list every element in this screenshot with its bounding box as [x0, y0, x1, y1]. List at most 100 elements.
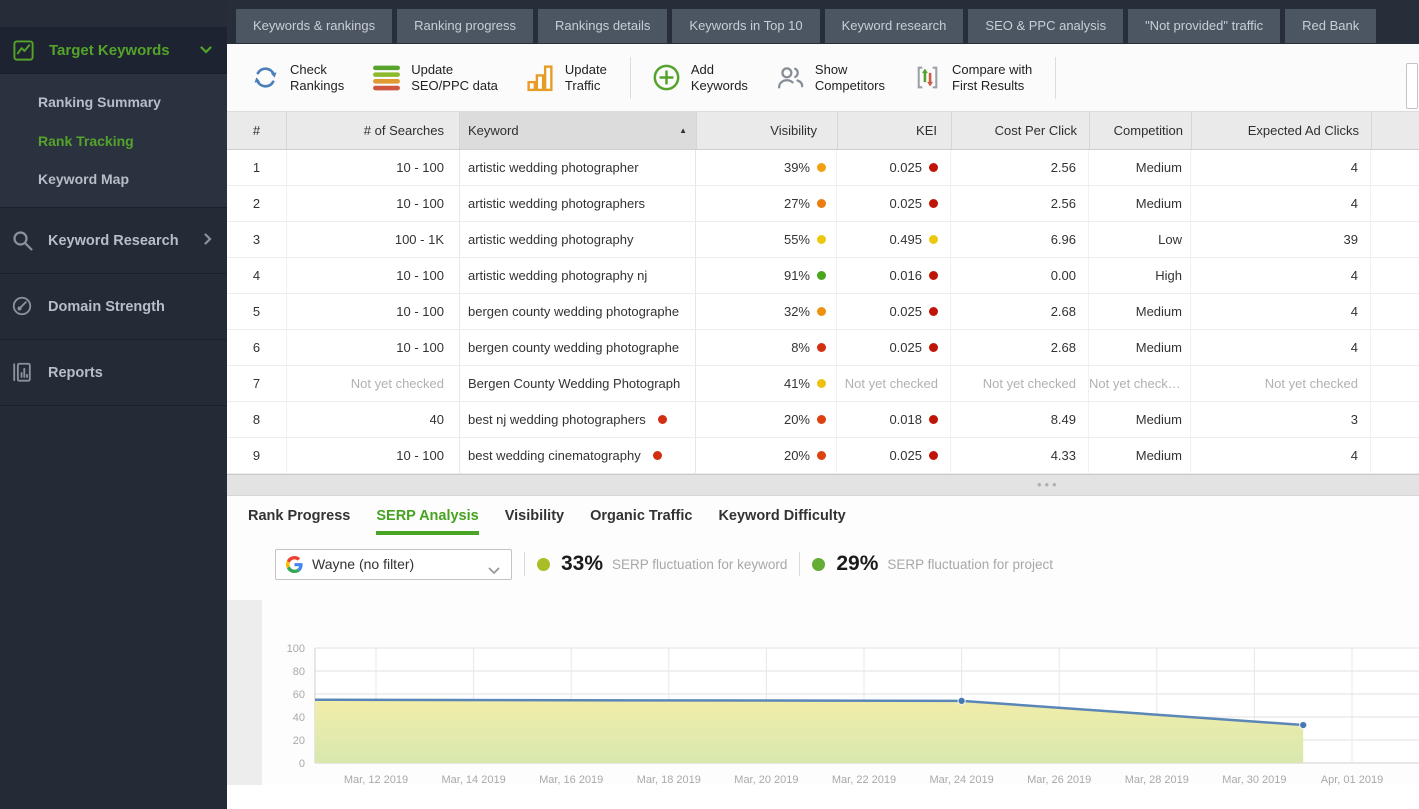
sidebar-item-keyword-map[interactable]: Keyword Map [0, 169, 227, 189]
column-header-visibility[interactable]: Visibility [697, 112, 838, 149]
update-traffic-button[interactable]: Update Traffic [525, 62, 607, 94]
rank-tracker-window: Target Keywords Ranking Summary Rank Trac… [0, 0, 1419, 809]
chart-square-icon [12, 39, 35, 62]
cell-row-number: 1 [227, 150, 287, 185]
row-number: 8 [252, 412, 261, 427]
tab-organic-traffic[interactable]: Organic Traffic [590, 508, 692, 535]
table-row[interactable]: 2 10 - 100 artistic wedding photographers 2… [227, 186, 1419, 222]
toolbar-label-line2: Traffic [564, 77, 601, 93]
keyword-value: artistic wedding photographers [468, 196, 646, 211]
table-row[interactable]: 7 Not yet checked Bergen County Wedding Ph… [227, 366, 1419, 402]
sidebar-item-rank-tracking[interactable]: Rank Tracking [0, 131, 227, 151]
cell-cost-per-click: 6.96 [951, 222, 1089, 257]
top-tab-keywords-in-top-10[interactable]: Keywords in Top 10 [672, 9, 820, 43]
kei-status-dot [929, 451, 938, 460]
tab-keyword-difficulty[interactable]: Keyword Difficulty [718, 508, 845, 535]
vertical-scrollbar-thumb[interactable] [1406, 63, 1418, 109]
tab-visibility[interactable]: Visibility [505, 508, 564, 535]
competition-value: Medium [1135, 448, 1182, 463]
cell-cost-per-click: 2.56 [951, 150, 1089, 185]
top-tab-keyword-research[interactable]: Keyword research [824, 9, 964, 43]
column-header-[interactable]: # [227, 112, 287, 149]
search-engine-select[interactable]: Wayne (no filter) [275, 548, 512, 580]
row-number: 9 [252, 448, 261, 463]
toolbar-divider [1055, 56, 1057, 99]
toolbar-label-line1: Compare with [952, 61, 1033, 77]
cell-competition: Medium [1089, 150, 1191, 185]
kei-value: 0.016 [889, 268, 922, 283]
visibility-value: 91% [783, 268, 810, 283]
kei-status-dot [929, 415, 938, 424]
cell-competition: Medium [1089, 294, 1191, 329]
row-number: 4 [252, 268, 261, 283]
column-header-cost-per-click[interactable]: Cost Per Click [952, 112, 1090, 149]
sidebar-item-domain-strength[interactable]: Domain Strength [0, 273, 227, 339]
column-header-label: # of Searches [363, 123, 444, 138]
top-tab-rankings-details[interactable]: Rankings details [538, 9, 668, 43]
svg-text:Mar, 30 2019: Mar, 30 2019 [1222, 774, 1286, 786]
sidebar-item-reports[interactable]: Reports [0, 339, 227, 405]
tab-serp-analysis[interactable]: SERP Analysis [376, 508, 479, 535]
toolbar-divider [629, 56, 631, 99]
table-row[interactable]: 9 10 - 100 best wedding cinematography 20% 0… [227, 438, 1419, 474]
top-tab-seo-ppc-analysis[interactable]: SEO & PPC analysis [968, 9, 1124, 43]
table-row[interactable]: 3 100 - 1K artistic wedding photography 55%… [227, 222, 1419, 258]
cell-keyword: bergen county wedding photographe [459, 294, 696, 329]
cpc-value: Not yet checked [982, 376, 1076, 391]
svg-text:80: 80 [293, 666, 305, 678]
compare-icon [912, 62, 943, 93]
cpc-value: 2.68 [1050, 340, 1076, 355]
top-tab-ranking-progress[interactable]: Ranking progress [397, 9, 534, 43]
panel-splitter[interactable]: ••• [227, 474, 1419, 496]
splitter-handle[interactable]: ••• [1037, 477, 1060, 492]
table-row[interactable]: 1 10 - 100 artistic wedding photographer 39… [227, 150, 1419, 186]
column-header-kei[interactable]: KEI [838, 112, 952, 149]
bottom-tab-bar: Rank Progress SERP Analysis Visibility Orga… [227, 496, 1419, 535]
toolbar-label-line2: First Results [952, 77, 1025, 93]
sidebar-item-label: Domain Strength [48, 298, 165, 315]
searches-value: 10 - 100 [396, 304, 444, 319]
cell-competition: High [1089, 258, 1191, 293]
competition-value: High [1155, 268, 1182, 283]
cell-cost-per-click: 0.00 [951, 258, 1089, 293]
ad-clicks-value: 4 [1350, 340, 1358, 355]
visibility-value: 8% [791, 340, 810, 355]
visibility-status-dot [817, 199, 826, 208]
tab-rank-progress[interactable]: Rank Progress [248, 508, 350, 535]
table-row[interactable]: 4 10 - 100 artistic wedding photography nj… [227, 258, 1419, 294]
column-header-filler [1372, 112, 1419, 149]
ad-clicks-value: 4 [1350, 160, 1358, 175]
cpc-value: 4.33 [1050, 448, 1076, 463]
top-tab-red-bank[interactable]: Red Bank [1285, 9, 1377, 43]
add-keywords-button[interactable]: Add Keywords [651, 62, 748, 94]
column-header-keyword[interactable]: Keyword ▲ [460, 112, 697, 149]
cell-kei: 0.025 [837, 438, 951, 473]
visibility-status-dot [817, 343, 826, 352]
keyword-value: artistic wedding photography [468, 232, 634, 247]
sidebar-item-ranking-summary[interactable]: Ranking Summary [0, 92, 227, 112]
cell-kei: 0.016 [837, 258, 951, 293]
compare-with-first-results-button[interactable]: Compare with First Results [912, 62, 1032, 94]
cpc-value: 2.68 [1050, 304, 1076, 319]
cell-cost-per-click: 2.56 [951, 186, 1089, 221]
check-rankings-button[interactable]: Check Rankings [250, 62, 344, 94]
top-tab-not-provided-traffic[interactable]: "Not provided" traffic [1128, 9, 1281, 43]
svg-text:60: 60 [293, 689, 305, 701]
sidebar-item-target-keywords[interactable]: Target Keywords [0, 27, 227, 73]
cell-competition: Low [1089, 222, 1191, 257]
visibility-status-dot [817, 235, 826, 244]
cell-row-number: 4 [227, 258, 287, 293]
sidebar-item-keyword-research[interactable]: Keyword Research [0, 207, 227, 273]
table-row[interactable]: 8 40 best nj wedding photographers 20% 0.018… [227, 402, 1419, 438]
show-competitors-button[interactable]: Show Competitors [775, 62, 885, 94]
table-row[interactable]: 5 10 - 100 bergen county wedding photograp… [227, 294, 1419, 330]
top-tab-keywords-rankings[interactable]: Keywords & rankings [236, 9, 393, 43]
cell-keyword: best wedding cinematography [459, 438, 696, 473]
column-header-expected-ad-clicks[interactable]: Expected Ad Clicks [1192, 112, 1372, 149]
column-header-competition[interactable]: Competition [1090, 112, 1192, 149]
visibility-status-dot [817, 415, 826, 424]
ad-clicks-value: 3 [1350, 412, 1358, 427]
table-row[interactable]: 6 10 - 100 bergen county wedding photograp… [227, 330, 1419, 366]
update-seo-ppc-data-button[interactable]: Update SEO/PPC data [371, 62, 498, 94]
column-header-of-searches[interactable]: # of Searches [287, 112, 460, 149]
